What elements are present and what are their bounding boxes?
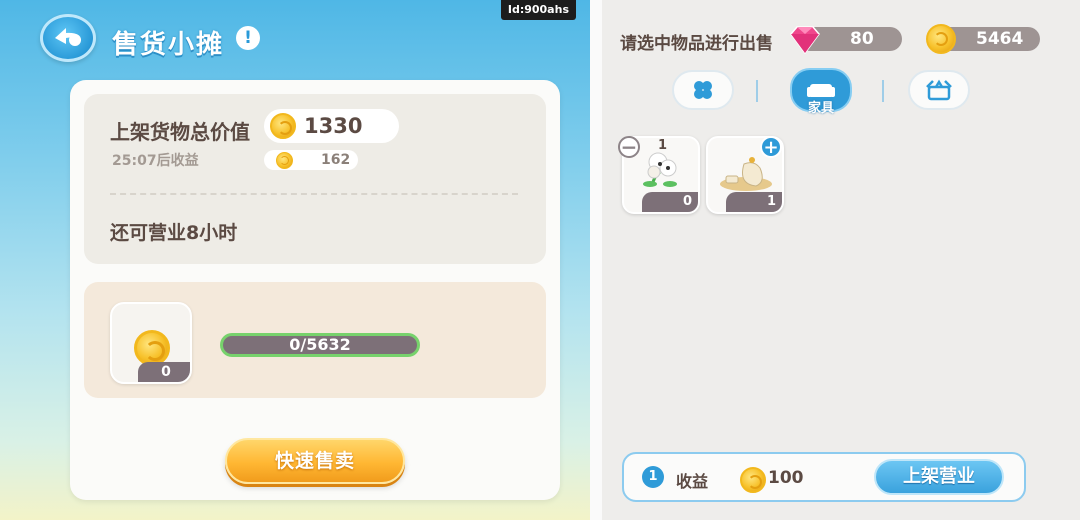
select-prompt: 请选中物品进行出售 (620, 34, 773, 54)
sell-summary-bar: 1 收益 100 上架营业 (622, 452, 1026, 502)
tab-separator (756, 80, 758, 102)
income-value: 100 (768, 468, 804, 488)
clover-icon (694, 81, 712, 99)
panel-gap (590, 0, 602, 520)
back-button[interactable] (40, 14, 96, 62)
tab-plants[interactable] (672, 70, 734, 110)
total-value-pill: 1330 (264, 109, 399, 143)
sell-progress-box: 0 0/5632 (84, 282, 546, 398)
coin-icon (740, 467, 766, 493)
box-icon (926, 79, 952, 101)
page-title: 售货小摊 (112, 30, 225, 60)
income-timer-label: 25:07后收益 (112, 153, 199, 169)
divider (110, 193, 518, 195)
tab-separator (882, 80, 884, 102)
increase-button[interactable]: + (760, 136, 782, 158)
tab-furniture-label: 家具 (807, 101, 834, 116)
player-id-tag: Id:900ahs (500, 0, 576, 20)
tab-misc[interactable] (908, 70, 970, 110)
gem-icon (790, 26, 820, 55)
selected-count-badge: 1 (642, 466, 664, 488)
coin-icon (926, 24, 956, 54)
slot-count: 0 (138, 362, 190, 382)
coin-icon (276, 151, 293, 169)
income-timer-value: 162 (321, 152, 351, 168)
quick-sell-button[interactable]: 快速售卖 (225, 438, 405, 484)
coin-slot[interactable]: 0 (110, 302, 192, 384)
list-for-sale-button[interactable]: 上架营业 (874, 459, 1004, 495)
total-value-label: 上架货物总价值 (110, 120, 250, 144)
tab-furniture[interactable]: 家具 (790, 68, 852, 116)
value-summary: 上架货物总价值 1330 25:07后收益 162 还可营业8小时 (84, 94, 546, 264)
item-count: 0 (642, 192, 698, 212)
item-count: 1 (726, 192, 782, 212)
item-selected-count: 1 (658, 138, 668, 153)
sell-progress-bar: 0/5632 (220, 333, 420, 357)
remaining-hours-label: 还可营业8小时 (110, 222, 238, 244)
total-value: 1330 (304, 114, 363, 138)
inventory-panel: 请选中物品进行出售 80 5464 家具 1 0 − 1 + 1 收益 100 … (602, 0, 1080, 520)
coin-icon (134, 330, 170, 366)
stall-panel: Id:900ahs 售货小摊 ! 上架货物总价值 1330 25:07后收益 1… (0, 0, 590, 520)
back-arrow-icon (55, 28, 81, 46)
income-timer-pill: 162 (264, 150, 358, 170)
info-icon[interactable]: ! (236, 26, 260, 50)
decrease-button[interactable]: − (618, 136, 640, 158)
stall-card: 上架货物总价值 1330 25:07后收益 162 还可营业8小时 0 0/56… (70, 80, 560, 500)
income-label: 收益 (676, 472, 709, 491)
coin-icon (270, 113, 296, 139)
